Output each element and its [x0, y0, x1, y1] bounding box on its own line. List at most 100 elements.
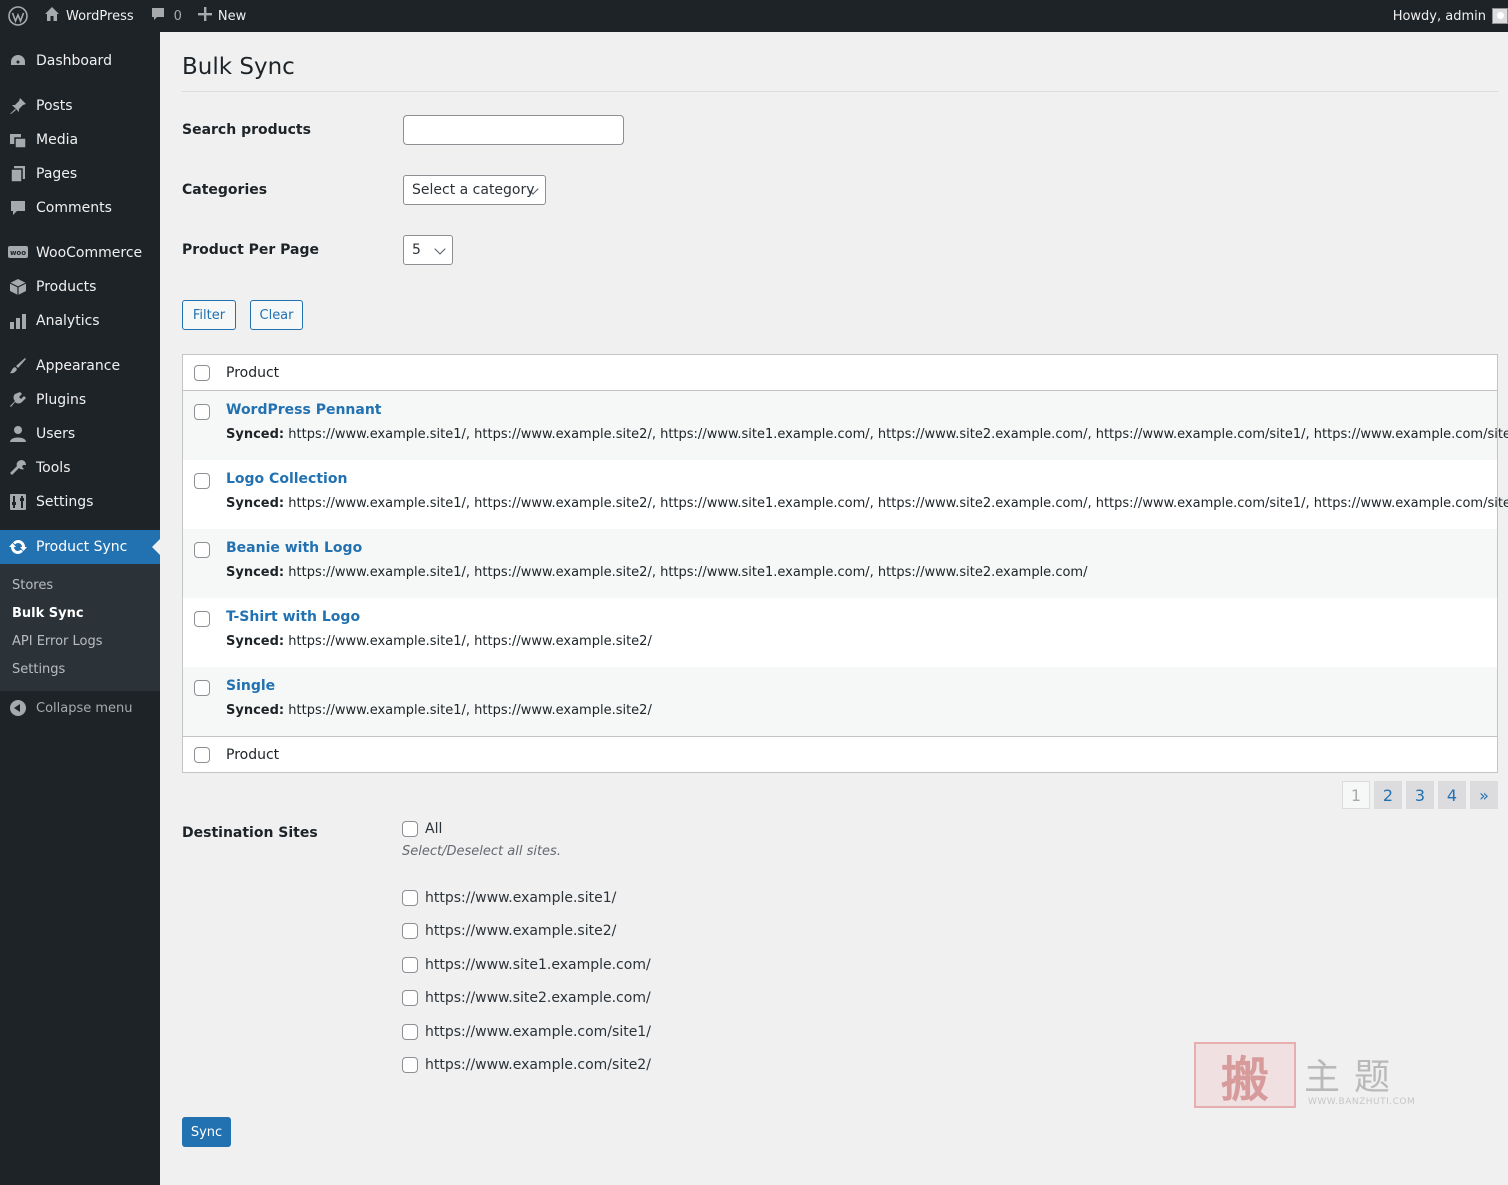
search-label: Search products — [182, 122, 311, 138]
product-link[interactable]: T-Shirt with Logo — [226, 607, 652, 627]
menu-comments[interactable]: Comments — [0, 191, 160, 225]
pin-icon — [8, 96, 28, 116]
site-option[interactable]: https://www.site1.example.com/ — [402, 957, 651, 973]
watermark-text: 主题 — [1304, 1057, 1405, 1098]
submenu-api-error-logs[interactable]: API Error Logs — [0, 627, 160, 655]
submenu-bulk-sync[interactable]: Bulk Sync — [0, 599, 160, 627]
table-footer: Product — [183, 736, 1497, 772]
site-label: https://www.site2.example.com/ — [425, 990, 651, 1006]
site-option[interactable]: https://www.example.com/site2/ — [402, 1057, 651, 1073]
table-row: Single Synced: https://www.example.site1… — [183, 667, 1497, 736]
product-link[interactable]: Logo Collection — [226, 469, 1508, 489]
menu-appearance[interactable]: Appearance — [0, 349, 160, 383]
categories-label: Categories — [182, 182, 268, 198]
menu-media[interactable]: Media — [0, 123, 160, 157]
categories-row: Categories Select a category — [182, 175, 546, 205]
menu-posts[interactable]: Posts — [0, 89, 160, 123]
menu-plugins[interactable]: Plugins — [0, 383, 160, 417]
avatar — [1492, 8, 1508, 24]
collapse-label: Collapse menu — [36, 700, 133, 716]
site-option[interactable]: https://www.example.site2/ — [402, 923, 616, 939]
menu-label: Analytics — [36, 313, 100, 329]
menu-label: WooCommerce — [36, 245, 143, 261]
menu-label: Pages — [36, 166, 78, 182]
collapse-arrow-icon — [10, 700, 26, 716]
menu-settings[interactable]: Settings — [0, 485, 160, 519]
comments-link[interactable]: 0 — [142, 0, 190, 32]
home-icon — [44, 6, 60, 26]
site-name-link[interactable]: WordPress — [36, 0, 142, 32]
all-sites-option[interactable]: All — [402, 821, 442, 837]
product-link[interactable]: Beanie with Logo — [226, 538, 1087, 558]
brush-icon — [8, 356, 28, 376]
row-checkbox[interactable] — [194, 542, 210, 558]
menu-label: Product Sync — [36, 539, 128, 555]
collapse-menu-button[interactable]: Collapse menu — [0, 691, 160, 725]
menu-pages[interactable]: Pages — [0, 157, 160, 191]
menu-users[interactable]: Users — [0, 417, 160, 451]
row-checkbox[interactable] — [194, 473, 210, 489]
site-checkbox[interactable] — [402, 923, 418, 939]
row-checkbox[interactable] — [194, 404, 210, 420]
site-checkbox[interactable] — [402, 990, 418, 1006]
site-option[interactable]: https://www.site2.example.com/ — [402, 990, 651, 1006]
all-sites-checkbox[interactable] — [402, 821, 418, 837]
product-link[interactable]: WordPress Pennant — [226, 400, 1508, 420]
synced-label: Synced: — [226, 703, 285, 718]
select-all-checkbox[interactable] — [194, 364, 210, 381]
menu-label: Dashboard — [36, 53, 112, 69]
menu-label: Appearance — [36, 358, 121, 374]
synced-sites: https://www.example.site1/, https://www.… — [288, 634, 652, 649]
site-checkbox[interactable] — [402, 1024, 418, 1040]
menu-analytics[interactable]: Analytics — [0, 304, 160, 338]
sync-button[interactable]: Sync — [182, 1117, 231, 1147]
menu-label: Posts — [36, 98, 73, 114]
menu-label: Comments — [36, 200, 112, 216]
comments-count: 0 — [173, 8, 182, 24]
menu-products[interactable]: Products — [0, 270, 160, 304]
filter-button[interactable]: Filter — [182, 300, 236, 330]
menu-label: Settings — [36, 494, 94, 510]
site-option[interactable]: https://www.example.com/site1/ — [402, 1024, 651, 1040]
select-all-checkbox-footer[interactable] — [194, 746, 210, 763]
page-title: Bulk Sync — [182, 54, 295, 80]
woo-icon: woo — [8, 243, 28, 263]
menu-label: Users — [36, 426, 76, 442]
site-label: https://www.example.com/site1/ — [425, 1024, 651, 1040]
next-page[interactable]: » — [1470, 781, 1498, 809]
page-3[interactable]: 3 — [1406, 781, 1434, 809]
menu-label: Plugins — [36, 392, 87, 408]
row-checkbox[interactable] — [194, 611, 210, 627]
clear-button[interactable]: Clear — [250, 300, 303, 330]
submenu-settings[interactable]: Settings — [0, 655, 160, 683]
plug-icon — [8, 390, 28, 410]
all-sites-label: All — [425, 821, 443, 837]
per-page-select[interactable]: 5 — [403, 235, 453, 265]
chevron-down-icon — [434, 243, 446, 255]
menu-dashboard[interactable]: Dashboard — [0, 44, 160, 78]
menu-product-sync[interactable]: Product Sync — [0, 530, 160, 564]
table-row: T-Shirt with Logo Synced: https://www.ex… — [183, 598, 1497, 667]
page-2[interactable]: 2 — [1374, 781, 1402, 809]
watermark-url: WWW.BANZHUTI.COM — [1308, 1097, 1416, 1107]
category-select[interactable]: Select a category — [403, 175, 546, 205]
synced-info: Synced: https://www.example.site1/, http… — [226, 425, 1508, 445]
wordpress-logo-icon[interactable] — [0, 0, 36, 32]
menu-tools[interactable]: Tools — [0, 451, 160, 485]
site-checkbox[interactable] — [402, 890, 418, 906]
menu-woocommerce[interactable]: woo WooCommerce — [0, 236, 160, 270]
svg-text:woo: woo — [10, 249, 26, 257]
product-link[interactable]: Single — [226, 676, 652, 696]
row-checkbox[interactable] — [194, 680, 210, 696]
page-4[interactable]: 4 — [1438, 781, 1466, 809]
site-option[interactable]: https://www.example.site1/ — [402, 890, 616, 906]
site-checkbox[interactable] — [402, 957, 418, 973]
submenu-stores[interactable]: Stores — [0, 571, 160, 599]
search-input[interactable] — [403, 115, 624, 145]
product-sync-submenu: Stores Bulk Sync API Error Logs Settings — [0, 564, 160, 691]
admin-sidebar: Dashboard Posts Media Pages Comments woo… — [0, 32, 160, 1185]
column-header-product: Product — [226, 364, 280, 381]
my-account[interactable]: Howdy, admin — [1393, 0, 1508, 32]
site-checkbox[interactable] — [402, 1057, 418, 1073]
new-content-link[interactable]: New — [190, 0, 254, 32]
